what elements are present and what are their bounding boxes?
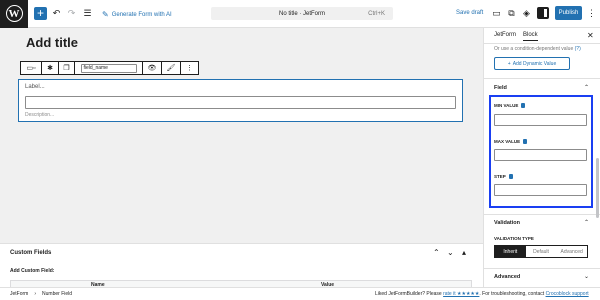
chevron-down-icon[interactable]: ⌄ <box>447 248 454 257</box>
min-value-text: MIN VALUE <box>494 103 519 108</box>
publish-button[interactable]: Publish <box>555 6 582 20</box>
min-value-input[interactable] <box>494 114 587 126</box>
divider <box>484 78 600 79</box>
field-name-input[interactable]: field_name <box>80 63 137 73</box>
max-value-text: MAX VALUE <box>494 139 521 144</box>
settings-toggle-icon[interactable] <box>537 7 549 19</box>
block-toolbar: ▭▫ ✱ ❐ field_name 👁 🖌 ⋮ <box>20 61 199 75</box>
more-options-icon[interactable]: ⋮ <box>587 8 596 19</box>
wordpress-icon: W <box>5 5 23 22</box>
tab-block[interactable]: Block <box>523 32 538 41</box>
wordpress-logo-button[interactable]: W <box>0 0 28 28</box>
chevron-down-icon[interactable]: ⌄ <box>584 273 589 280</box>
field-section-title[interactable]: Field <box>494 85 507 91</box>
add-block-button[interactable]: + <box>34 7 47 20</box>
block-options-icon[interactable]: ⋮ <box>181 62 198 74</box>
save-draft-button[interactable]: Save draft <box>456 10 483 16</box>
number-field-block[interactable]: Label... Description... <box>18 79 463 122</box>
preview-device-icon[interactable]: ▭ <box>491 8 502 19</box>
document-title: No title · JetForm <box>278 10 325 17</box>
step-text: STEP <box>494 174 506 179</box>
divider <box>484 268 600 269</box>
validation-option-default[interactable]: Default <box>526 246 557 257</box>
step-input[interactable] <box>494 184 587 196</box>
validation-type-toggle: Inherit Default Advanced <box>494 245 588 258</box>
panel-toggle-icon[interactable]: ▴ <box>462 248 466 257</box>
breadcrumb-item-jetform[interactable]: JetForm <box>10 291 28 297</box>
liked-suffix: . For troubleshooting, contact <box>479 291 545 297</box>
field-description[interactable]: Description... <box>25 112 54 118</box>
number-input-preview[interactable] <box>25 96 456 109</box>
database-icon[interactable] <box>523 139 528 144</box>
jetform-icon[interactable]: ◈ <box>521 8 532 19</box>
undo-icon[interactable]: ↶ <box>51 8 62 19</box>
document-title-bar[interactable]: No title · JetForm Ctrl+K <box>211 7 393 20</box>
breadcrumb-item-number-field[interactable]: Number Field <box>42 291 72 297</box>
redo-icon[interactable]: ↷ <box>66 8 77 19</box>
validation-section-title[interactable]: Validation <box>494 220 520 226</box>
visibility-eye-icon[interactable]: 👁 <box>143 62 162 74</box>
style-brush-icon[interactable]: 🖌 <box>162 62 181 74</box>
plus-icon: + <box>507 60 511 67</box>
breadcrumb: JetForm › Number Field <box>10 291 72 297</box>
tab-jetform[interactable]: JetForm <box>494 32 516 38</box>
sidebar-tabs: JetForm Block ✕ <box>484 28 600 44</box>
min-value-label: MIN VALUE <box>494 103 526 108</box>
chevron-up-icon[interactable]: ⌃ <box>584 84 589 91</box>
validation-type-label: VALIDATION TYPE <box>494 236 534 241</box>
add-custom-field-label: Add Custom Field: <box>10 268 55 274</box>
document-overview-icon[interactable]: ☰ <box>82 8 93 19</box>
add-dynamic-value-button[interactable]: + Add Dynamic Value <box>494 57 570 70</box>
database-icon[interactable] <box>508 174 513 179</box>
rating-notice: Liked JetFormBuilder? Please rate it ★★★… <box>375 291 589 297</box>
condition-text: Or use a condition-dependent value <box>494 46 574 52</box>
editor-footer: JetForm › Number Field Liked JetFormBuil… <box>0 287 600 300</box>
condition-help-link[interactable]: (?) <box>575 46 581 52</box>
required-asterisk-icon[interactable]: ✱ <box>42 62 59 74</box>
step-label: STEP <box>494 174 513 179</box>
custom-fields-panel: Custom Fields ⌃ ⌄ ▴ Add Custom Field: Na… <box>0 243 483 288</box>
generate-form-ai-label: Generate Form with AI <box>111 11 172 18</box>
add-dynamic-value-label: Add Dynamic Value <box>512 60 557 67</box>
chevron-up-icon[interactable]: ⌃ <box>584 219 589 226</box>
command-shortcut: Ctrl+K <box>368 10 385 17</box>
sidebar-scrollbar[interactable] <box>596 158 599 218</box>
condition-value-hint: Or use a condition-dependent value (?) <box>494 46 581 52</box>
liked-prefix: Liked JetFormBuilder? Please <box>375 291 442 297</box>
validation-option-advanced[interactable]: Advanced <box>556 246 587 257</box>
max-value-label: MAX VALUE <box>494 139 528 144</box>
advanced-section-title[interactable]: Advanced <box>494 274 520 280</box>
close-icon[interactable]: ✕ <box>587 31 594 40</box>
validation-option-inherit[interactable]: Inherit <box>495 246 526 257</box>
block-type-icon[interactable]: ▭▫ <box>21 62 42 74</box>
settings-sidebar: JetForm Block ✕ Or use a condition-depen… <box>483 28 600 287</box>
divider <box>484 214 600 215</box>
field-label[interactable]: Label... <box>25 84 45 90</box>
custom-fields-title: Custom Fields <box>10 250 52 256</box>
editor-canvas: Add title ▭▫ ✱ ❐ field_name 👁 🖌 ⋮ Label.… <box>0 28 483 243</box>
copy-icon[interactable]: ❐ <box>59 62 75 74</box>
top-toolbar: W + ↶ ↷ ☰ ✎ Generate Form with AI No tit… <box>0 0 600 28</box>
chevron-up-icon[interactable]: ⌃ <box>433 248 440 257</box>
database-icon[interactable] <box>521 103 526 108</box>
rate-link[interactable]: rate it ★★★★★ <box>443 291 479 297</box>
support-link[interactable]: Crocoblock support <box>546 291 589 297</box>
max-value-input[interactable] <box>494 149 587 161</box>
field-settings-panel: MIN VALUE MAX VALUE STEP <box>489 95 593 208</box>
field-name-cell: field_name <box>75 62 143 74</box>
view-post-icon[interactable]: ⧉ <box>506 8 517 19</box>
magic-wand-icon: ✎ <box>102 10 109 19</box>
generate-form-ai-button[interactable]: ✎ Generate Form with AI <box>102 10 172 19</box>
breadcrumb-separator-icon: › <box>34 291 37 297</box>
post-title[interactable]: Add title <box>26 35 78 50</box>
